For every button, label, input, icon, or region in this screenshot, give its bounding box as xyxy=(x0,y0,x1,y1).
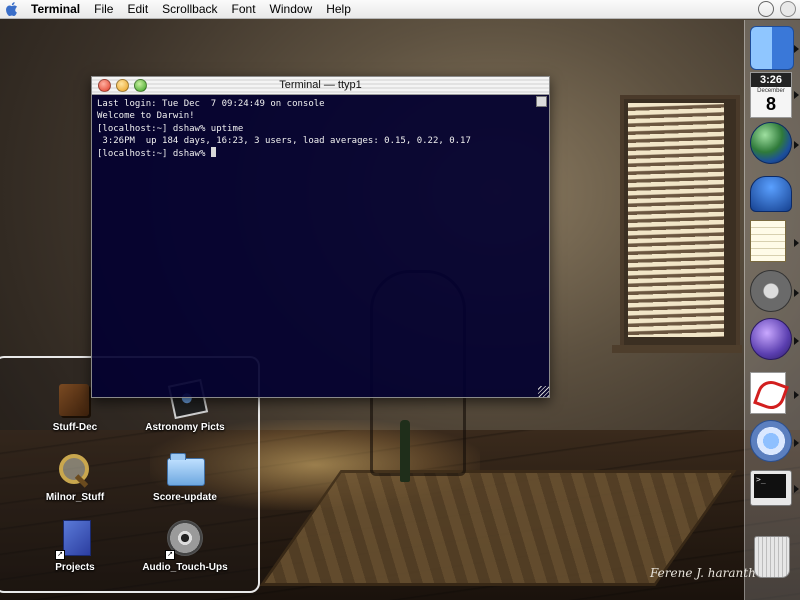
wallpaper-signature: Ferene J. haranth xyxy=(650,566,756,580)
menu-extras xyxy=(758,1,796,17)
sill-decoration xyxy=(612,345,742,353)
running-indicator xyxy=(794,337,799,345)
desktop-icon-label: Audio_Touch-Ups xyxy=(142,562,228,573)
running-indicator xyxy=(794,91,799,99)
book-icon xyxy=(55,380,95,418)
running-indicator xyxy=(794,485,799,493)
dock-item-browser[interactable] xyxy=(750,122,799,168)
desktop-icon-milnor-stuff[interactable]: Milnor_Stuff xyxy=(20,450,130,503)
running-indicator xyxy=(794,289,799,297)
desktop-icon-score-update[interactable]: Score-update xyxy=(130,450,240,503)
dock: 3:26 December 8 >_ xyxy=(744,20,800,600)
volume-icon[interactable] xyxy=(758,1,774,17)
desktop-icon-label: Astronomy Picts xyxy=(145,422,225,433)
dock-item-terminal[interactable]: >_ xyxy=(750,466,799,512)
desktop-icon-label: Milnor_Stuff xyxy=(45,492,105,503)
menu-file[interactable]: File xyxy=(87,0,120,18)
apple-icon[interactable] xyxy=(0,0,24,18)
clock-day: 8 xyxy=(765,94,776,114)
itunes-icon xyxy=(750,420,792,462)
eject-icon[interactable] xyxy=(780,1,796,17)
terminal-line: 3:26PM up 184 days, 16:23, 3 users, load… xyxy=(97,135,471,146)
magnifier-icon xyxy=(55,450,95,488)
clock-icon: 3:26 December 8 xyxy=(750,72,792,118)
document-icon: ↗ xyxy=(55,520,95,560)
terminal-icon: >_ xyxy=(750,470,792,506)
desktop-icon-audio-touch-ups[interactable]: ↗ Audio_Touch-Ups xyxy=(130,520,240,573)
desktop-icon-projects[interactable]: ↗ Projects xyxy=(20,520,130,573)
notepad-icon xyxy=(750,220,786,262)
mail-icon xyxy=(750,176,792,212)
terminal-prompt: [localhost:~] dshaw% xyxy=(97,149,211,160)
finder-icon xyxy=(750,26,794,70)
speaker-icon xyxy=(750,270,792,312)
split-pane-button[interactable] xyxy=(536,96,547,107)
dock-item-finder[interactable] xyxy=(750,26,799,72)
menu-edit[interactable]: Edit xyxy=(120,0,155,18)
bottle-decoration xyxy=(400,420,410,482)
running-indicator xyxy=(794,439,799,447)
dock-item-pdf[interactable] xyxy=(750,372,799,418)
globe-icon xyxy=(750,122,792,164)
blinds-decoration xyxy=(628,103,724,337)
pdf-icon xyxy=(750,372,786,414)
zoom-button[interactable] xyxy=(134,79,147,92)
terminal-prompt-line[interactable]: [localhost:~] dshaw% xyxy=(97,147,544,159)
terminal-icon-prompt: >_ xyxy=(756,475,766,484)
dock-item-speaker[interactable] xyxy=(750,270,799,316)
running-indicator xyxy=(794,239,799,247)
close-button[interactable] xyxy=(98,79,111,92)
dock-item-itunes[interactable] xyxy=(750,420,799,466)
running-indicator xyxy=(794,391,799,399)
dock-item-mail[interactable] xyxy=(750,170,796,216)
dock-item-trash[interactable] xyxy=(750,536,796,582)
menu-bar: Terminal File Edit Scrollback Font Windo… xyxy=(0,0,800,19)
menu-font[interactable]: Font xyxy=(225,0,263,18)
desktop-icon-label: Projects xyxy=(55,562,95,573)
menu-terminal[interactable]: Terminal xyxy=(24,0,87,18)
terminal-line: [localhost:~] dshaw% uptime xyxy=(97,123,244,134)
window-titlebar[interactable]: Terminal — ttyp1 xyxy=(92,77,549,95)
window-title: Terminal — ttyp1 xyxy=(279,79,362,91)
menu-scrollback[interactable]: Scrollback xyxy=(155,0,224,18)
window-controls xyxy=(98,79,147,92)
menu-window[interactable]: Window xyxy=(263,0,320,18)
clock-time: 3:26 xyxy=(751,73,791,87)
desktop-icon-label: Score-update xyxy=(153,492,217,503)
folder-icon xyxy=(165,450,205,488)
running-indicator xyxy=(794,141,799,149)
running-indicator xyxy=(794,45,799,53)
text-cursor xyxy=(210,147,216,158)
dock-item-clock[interactable]: 3:26 December 8 xyxy=(750,72,799,118)
resize-handle[interactable] xyxy=(538,386,549,397)
cd-icon: ↗ xyxy=(165,520,205,560)
terminal-line: Last login: Tue Dec 7 09:24:49 on consol… xyxy=(97,99,325,109)
trash-icon xyxy=(754,536,790,578)
terminal-content[interactable]: Last login: Tue Dec 7 09:24:49 on consol… xyxy=(92,95,549,395)
minimize-button[interactable] xyxy=(116,79,129,92)
dock-item-notepad[interactable] xyxy=(750,220,799,266)
menu-help[interactable]: Help xyxy=(319,0,358,18)
mask-icon xyxy=(750,318,792,360)
dock-item-mask[interactable] xyxy=(750,318,799,364)
desktop-icon-label: Stuff-Dec xyxy=(52,422,98,433)
terminal-window[interactable]: Terminal — ttyp1 Last login: Tue Dec 7 0… xyxy=(91,76,550,398)
terminal-line: Welcome to Darwin! xyxy=(97,111,195,122)
